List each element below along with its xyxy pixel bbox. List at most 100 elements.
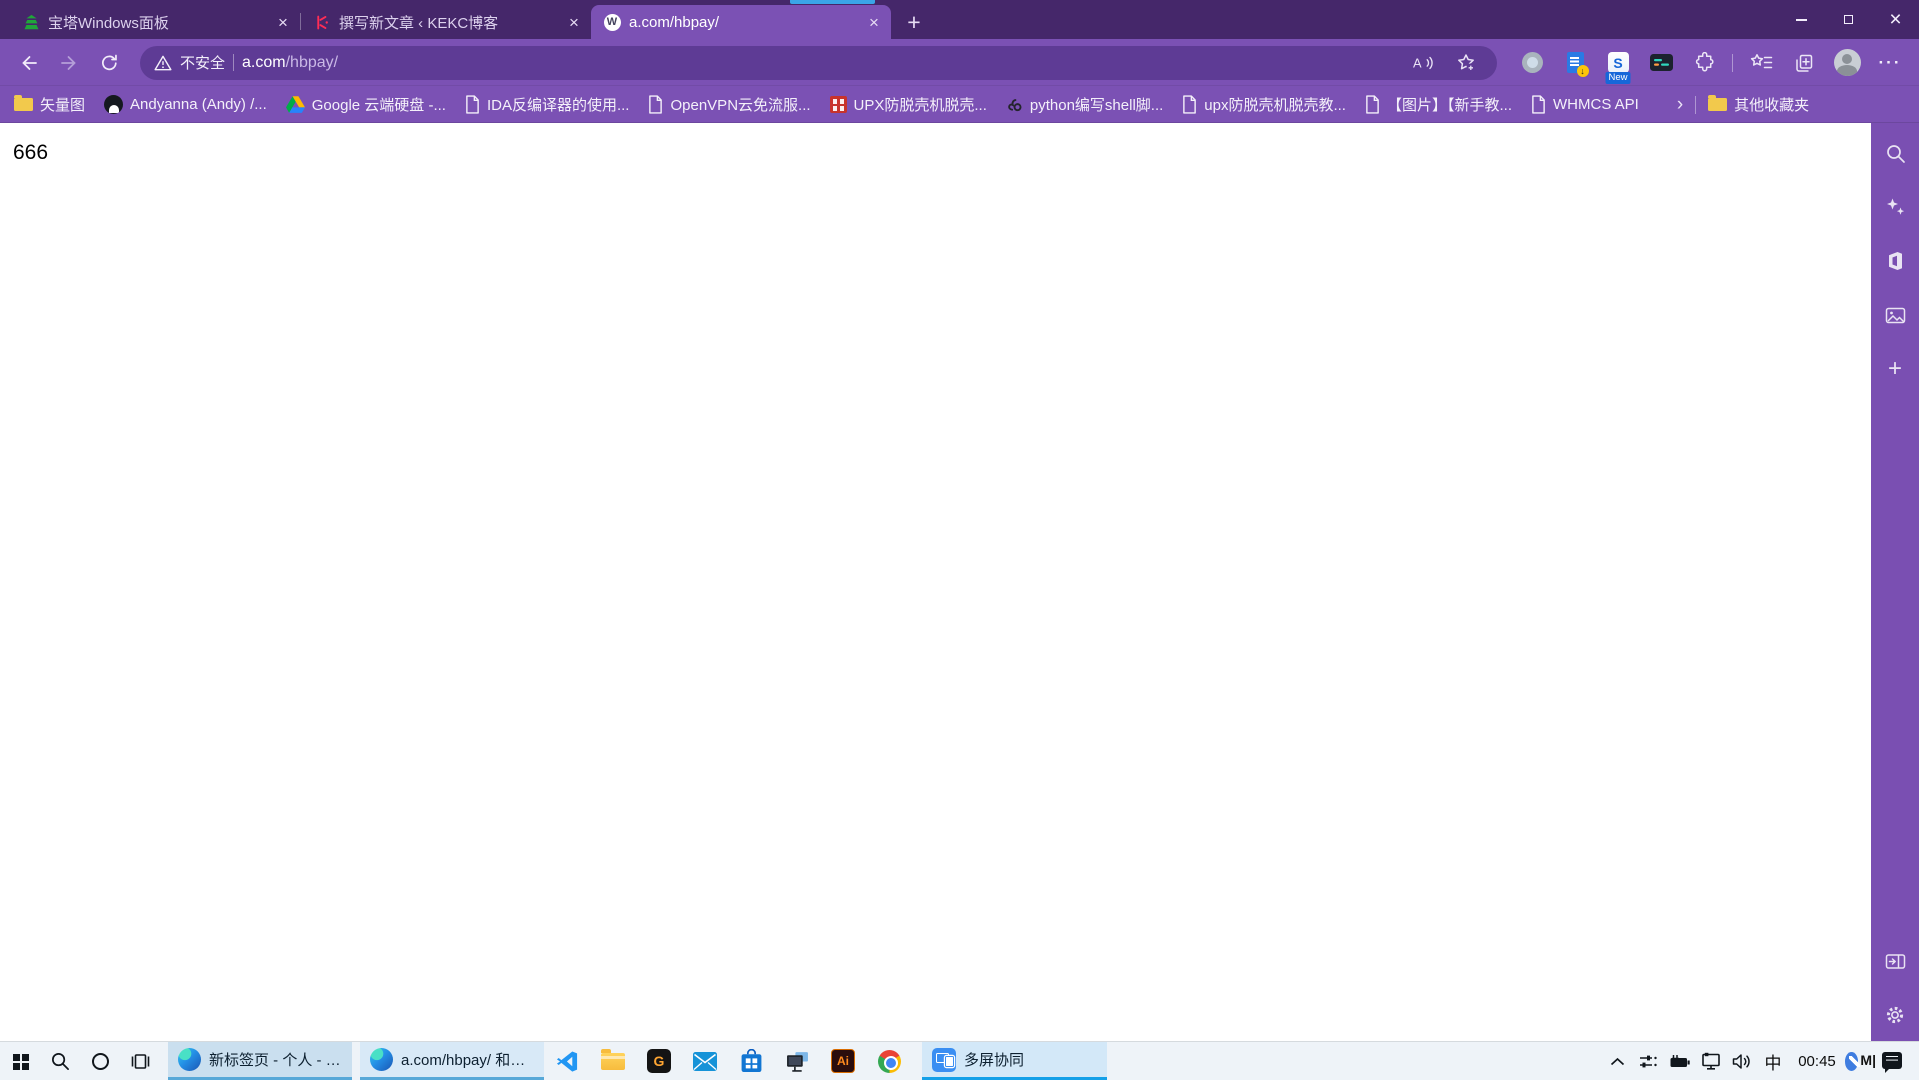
taskbar-g-app-button[interactable] xyxy=(636,1042,682,1080)
page-body-text: 666 xyxy=(13,141,49,164)
address-bar[interactable]: 不安全 a.com/hbpay/ A xyxy=(140,45,1497,80)
other-favorites-folder[interactable]: 其他收藏夹 xyxy=(1708,94,1809,115)
sidebar-search-button[interactable] xyxy=(1879,137,1911,169)
ime-mode-indicator[interactable]: 中 xyxy=(1757,1049,1789,1074)
tray-mixer-button[interactable] xyxy=(1633,1042,1664,1080)
tray-battery-button[interactable] xyxy=(1664,1042,1695,1080)
security-label: 不安全 xyxy=(180,55,226,72)
add-favorite-star-button[interactable] xyxy=(1449,46,1483,80)
start-button[interactable] xyxy=(0,1042,40,1080)
document-icon xyxy=(1365,95,1380,114)
taskbar-window-multiscreen[interactable]: 多屏协同 xyxy=(922,1042,1107,1080)
sidebar-settings-button[interactable] xyxy=(1879,999,1911,1031)
bookmarks-overflow-chevron-icon[interactable] xyxy=(1677,94,1683,116)
tab-close-icon[interactable] xyxy=(272,11,294,33)
taskbar-illustrator-button[interactable] xyxy=(820,1042,866,1080)
tray-clock[interactable]: 00:45 xyxy=(1789,1053,1845,1070)
toolbar-separator xyxy=(1732,53,1733,72)
notification-center-button[interactable] xyxy=(1876,1042,1907,1080)
extension-keyboard-button[interactable] xyxy=(1646,46,1676,80)
refresh-button[interactable] xyxy=(92,46,126,80)
ethernet-display-icon xyxy=(1701,1052,1720,1070)
sidebar-office-button[interactable] xyxy=(1879,245,1911,277)
extension-circle-button[interactable] xyxy=(1517,46,1547,80)
open-panel-icon xyxy=(1885,953,1905,969)
taskbar-window-edge-newtab[interactable]: 新标签页 - 个人 - Mi... xyxy=(168,1042,352,1080)
tab-title: a.com/hbpay/ xyxy=(629,13,720,31)
keyboard-extension-icon xyxy=(1649,54,1673,71)
taskbar-display-app-button[interactable] xyxy=(774,1042,820,1080)
tab-kekc-blog[interactable]: 撰写新文章 ‹ KEKC博客 xyxy=(301,5,591,39)
favorites-button[interactable] xyxy=(1746,46,1776,80)
sidebar-discover-button[interactable] xyxy=(1879,191,1911,223)
task-view-icon xyxy=(131,1053,149,1069)
address-separator xyxy=(233,54,235,71)
bookmark-openvpn[interactable]: OpenVPN云免流服... xyxy=(648,94,811,115)
baota-icon xyxy=(22,13,40,31)
battery-charging-icon xyxy=(1670,1054,1690,1067)
tab-close-icon[interactable] xyxy=(563,11,585,33)
bookmark-google-drive[interactable]: Google 云端硬盘 -... xyxy=(285,94,446,115)
minimize-button[interactable] xyxy=(1778,0,1825,39)
taskbar-window-edge-hbpay[interactable]: a.com/hbpay/ 和另... xyxy=(360,1042,544,1080)
close-window-button[interactable] xyxy=(1872,0,1919,39)
github-icon xyxy=(104,95,124,114)
multi-screen-icon xyxy=(932,1047,956,1072)
vscode-icon xyxy=(556,1050,577,1072)
sparkles-icon xyxy=(1886,198,1904,215)
ime-m-icon xyxy=(1860,1052,1876,1070)
bookmark-upx-1[interactable]: UPX防脱壳机脱壳... xyxy=(829,94,987,115)
taskbar-file-explorer-button[interactable] xyxy=(590,1042,636,1080)
cortana-button[interactable] xyxy=(80,1042,120,1080)
tray-pen-button[interactable] xyxy=(1845,1042,1876,1080)
tray-volume-button[interactable] xyxy=(1726,1042,1757,1080)
tab-acom-hbpay[interactable]: a.com/hbpay/ xyxy=(591,5,891,39)
tab-baota-panel[interactable]: 宝塔Windows面板 xyxy=(10,5,300,39)
back-button[interactable] xyxy=(12,46,46,80)
bookmarks-bar: 矢量图 Andyanna (Andy) /... Google 云端硬盘 -..… xyxy=(0,86,1919,123)
bookmark-python-shell[interactable]: python编写shell脚... xyxy=(1006,94,1163,115)
tray-network-button[interactable] xyxy=(1695,1042,1726,1080)
taskbar-store-button[interactable] xyxy=(728,1042,774,1080)
profile-button[interactable] xyxy=(1832,46,1862,80)
settings-more-button[interactable] xyxy=(1875,46,1905,80)
document-icon xyxy=(465,95,480,114)
forward-button[interactable] xyxy=(52,46,86,80)
tab-close-icon[interactable] xyxy=(863,11,885,33)
bookmark-upx-2[interactable]: upx防脱壳机脱壳教... xyxy=(1182,94,1346,115)
bookmark-tupian[interactable]: 【图片】【新手教... xyxy=(1365,94,1512,115)
sidebar-image-tool-button[interactable] xyxy=(1879,299,1911,331)
collections-button[interactable] xyxy=(1789,46,1819,80)
url-text[interactable]: a.com/hbpay/ xyxy=(242,54,338,72)
maximize-restore-button[interactable] xyxy=(1825,0,1872,39)
tray-hidden-icons-button[interactable] xyxy=(1602,1042,1633,1080)
mixer-icon xyxy=(1640,1055,1657,1067)
image-mail-icon xyxy=(1885,307,1905,323)
taskbar-search-button[interactable] xyxy=(40,1042,80,1080)
extension-s-button[interactable]: New xyxy=(1603,46,1633,84)
cortana-icon xyxy=(91,1052,109,1070)
taskbar-chrome-button[interactable] xyxy=(866,1042,912,1080)
notification-icon xyxy=(1881,1051,1902,1073)
sidebar-customize-plus-button[interactable] xyxy=(1879,353,1911,385)
taskbar-vscode-button[interactable] xyxy=(544,1042,590,1080)
read-aloud-button[interactable]: A xyxy=(1407,46,1441,80)
edge-icon xyxy=(178,1048,201,1071)
back-arrow-icon xyxy=(22,55,37,70)
extensions-menu-button[interactable] xyxy=(1689,46,1719,80)
file-explorer-icon xyxy=(601,1048,625,1070)
new-tab-button[interactable] xyxy=(897,7,931,37)
new-badge: New xyxy=(1605,71,1631,84)
browser-toolbar: 不安全 a.com/hbpay/ A New xyxy=(0,39,1919,86)
sidebar-open-panel-button[interactable] xyxy=(1879,945,1911,977)
bookmark-vector-folder[interactable]: 矢量图 xyxy=(14,94,85,115)
bookmark-whmcs-api[interactable]: WHMCS API xyxy=(1531,95,1639,114)
extension-download-doc-button[interactable] xyxy=(1560,46,1590,80)
restore-icon xyxy=(1844,11,1859,24)
taskbar-mail-button[interactable] xyxy=(682,1042,728,1080)
bookmark-github[interactable]: Andyanna (Andy) /... xyxy=(104,95,267,114)
bookmark-ida[interactable]: IDA反编译器的使用... xyxy=(465,94,629,115)
svg-text:A: A xyxy=(1413,56,1422,71)
puzzle-icon xyxy=(1695,52,1714,72)
task-view-button[interactable] xyxy=(120,1042,160,1080)
